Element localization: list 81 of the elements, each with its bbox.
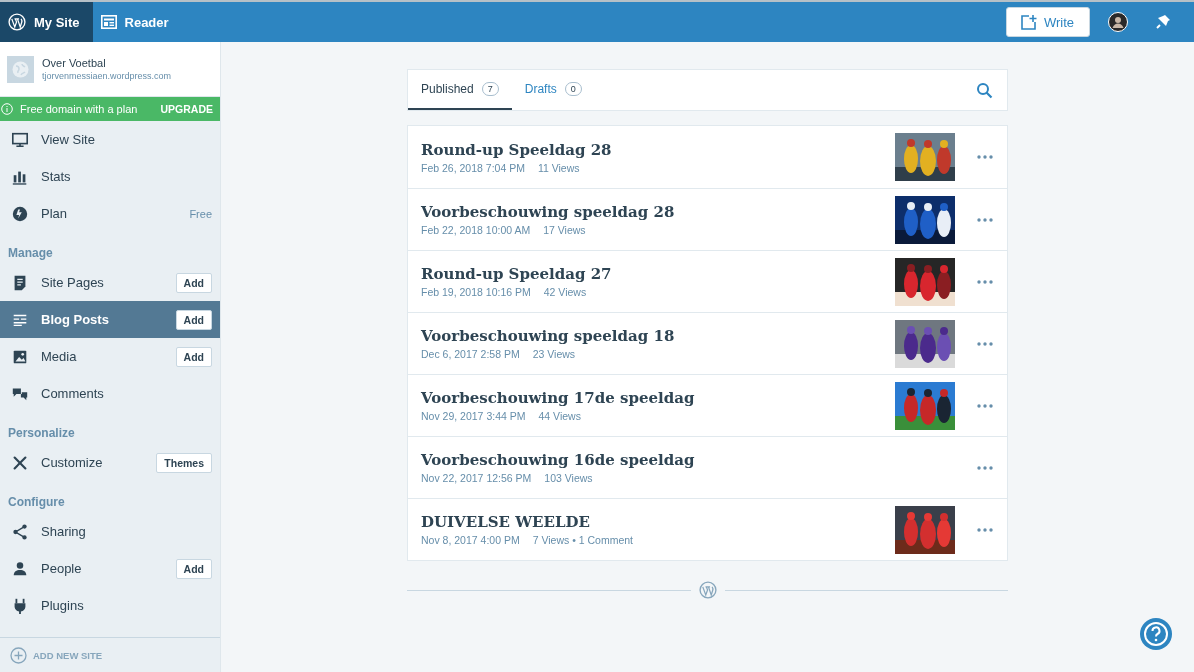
item-label: Stats	[41, 169, 72, 184]
post-date: Nov 22, 2017 12:56 PM	[421, 472, 532, 484]
post-date: Nov 29, 2017 3:44 PM	[421, 410, 526, 422]
item-action-button[interactable]: Themes	[156, 452, 212, 473]
help-icon[interactable]	[1139, 617, 1173, 651]
post-title[interactable]: Voorbeschouwing speeldag 28	[421, 203, 895, 221]
post-stats: 7 Views • 1 Comment	[532, 534, 633, 546]
post-date: Dec 6, 2017 2:58 PM	[421, 348, 520, 360]
more-options-icon[interactable]	[977, 465, 993, 470]
post-title[interactable]: Round-up Speeldag 27	[421, 265, 895, 283]
person-icon	[11, 559, 29, 578]
masterbar-tab[interactable]: Reader	[92, 2, 182, 42]
post-title[interactable]: Voorbeschouwing 16de speeldag	[421, 451, 977, 469]
more-options-icon[interactable]	[977, 279, 993, 284]
share-icon	[11, 522, 29, 541]
sidebar-item[interactable]: Comments	[0, 375, 220, 412]
item-label: Site Pages	[41, 275, 105, 290]
item-label: Customize	[41, 455, 104, 470]
item-label: Plugins	[41, 598, 85, 613]
post-stats: 11 Views	[537, 161, 580, 174]
post-title[interactable]: DUIVELSE WEELDE	[421, 513, 895, 531]
sidebar-item[interactable]: Stats	[0, 158, 220, 195]
section-heading: Personalize	[7, 425, 76, 442]
sidebar-item[interactable]: Plugins	[0, 587, 220, 624]
sidebar-item[interactable]: Site Pages Add	[0, 264, 220, 301]
plan-label: Free	[189, 207, 212, 220]
more-options-icon[interactable]	[977, 403, 993, 408]
post-date: Feb 22, 2018 10:00 AM	[421, 224, 531, 236]
post-date: Feb 26, 2018 7:04 PM	[421, 161, 525, 174]
more-options-icon[interactable]	[977, 155, 993, 159]
site-title: Over Voetbal	[42, 57, 107, 69]
masterbar-tab[interactable]: My Site	[0, 2, 93, 42]
item-label: Plan	[41, 206, 69, 221]
more-options-icon[interactable]	[977, 217, 993, 222]
item-action-button[interactable]: Add	[175, 346, 212, 367]
item-label: Blog Posts	[41, 312, 110, 327]
post-stats: 44 Views	[538, 410, 581, 422]
wordpress-logo-icon	[698, 581, 717, 599]
write-button[interactable]: Write	[1005, 7, 1090, 37]
monitor-icon	[11, 130, 29, 149]
section-heading: Configure	[7, 494, 66, 511]
sidebar-item[interactable]: Plan Free	[0, 195, 220, 232]
item-action-button[interactable]: Add	[175, 558, 212, 579]
avatar[interactable]	[1108, 12, 1128, 32]
item-label: Sharing	[41, 524, 87, 539]
add-icon	[10, 646, 27, 664]
post-title[interactable]: Round-up Speeldag 28	[421, 140, 895, 159]
item-action-button[interactable]: Add	[175, 309, 212, 330]
item-action-button[interactable]: Add	[175, 272, 212, 293]
more-options-icon[interactable]	[977, 527, 993, 532]
item-label: People	[41, 561, 83, 576]
post-title[interactable]: Voorbeschouwing speeldag 18	[421, 327, 895, 345]
item-label: Comments	[41, 386, 105, 401]
site-icon	[7, 55, 34, 83]
compose-icon	[1019, 13, 1037, 31]
post-title[interactable]: Voorbeschouwing 17de speeldag	[421, 389, 895, 407]
sidebar-item[interactable]: Blog Posts Add	[0, 301, 220, 338]
sidebar-item[interactable]: Customize Themes	[0, 444, 220, 481]
sidebar-item[interactable]: People Add	[0, 550, 220, 587]
info-icon	[1, 103, 13, 115]
post-stats: 103 Views	[544, 472, 593, 484]
wordpress-logo-icon	[8, 13, 26, 31]
notice-text: Free domain with a plan	[20, 103, 139, 115]
reader-icon	[100, 15, 117, 29]
post-tab[interactable]: Published 7	[408, 70, 512, 110]
sidebar-item[interactable]: Sharing	[0, 513, 220, 550]
more-options-icon[interactable]	[977, 341, 993, 346]
sidebar-item[interactable]: Media Add	[0, 338, 220, 375]
bolt-icon	[11, 204, 29, 223]
search-icon[interactable]	[976, 81, 993, 99]
section-heading: Manage	[7, 245, 54, 262]
post-stats: 23 Views	[532, 348, 576, 360]
item-label: View Site	[41, 132, 96, 147]
sidebar-item[interactable]: View Site	[0, 121, 220, 158]
post-stats: 42 Views	[543, 286, 587, 298]
item-label: Media	[41, 349, 78, 364]
site-url: tjorvenmessiaen.wordpress.com	[42, 71, 172, 81]
post-date: Nov 8, 2017 4:00 PM	[421, 534, 520, 546]
post-stats: 17 Views	[543, 224, 586, 236]
post-date: Feb 19, 2018 10:16 PM	[421, 286, 531, 298]
post-tab[interactable]: Drafts 0	[511, 70, 595, 110]
